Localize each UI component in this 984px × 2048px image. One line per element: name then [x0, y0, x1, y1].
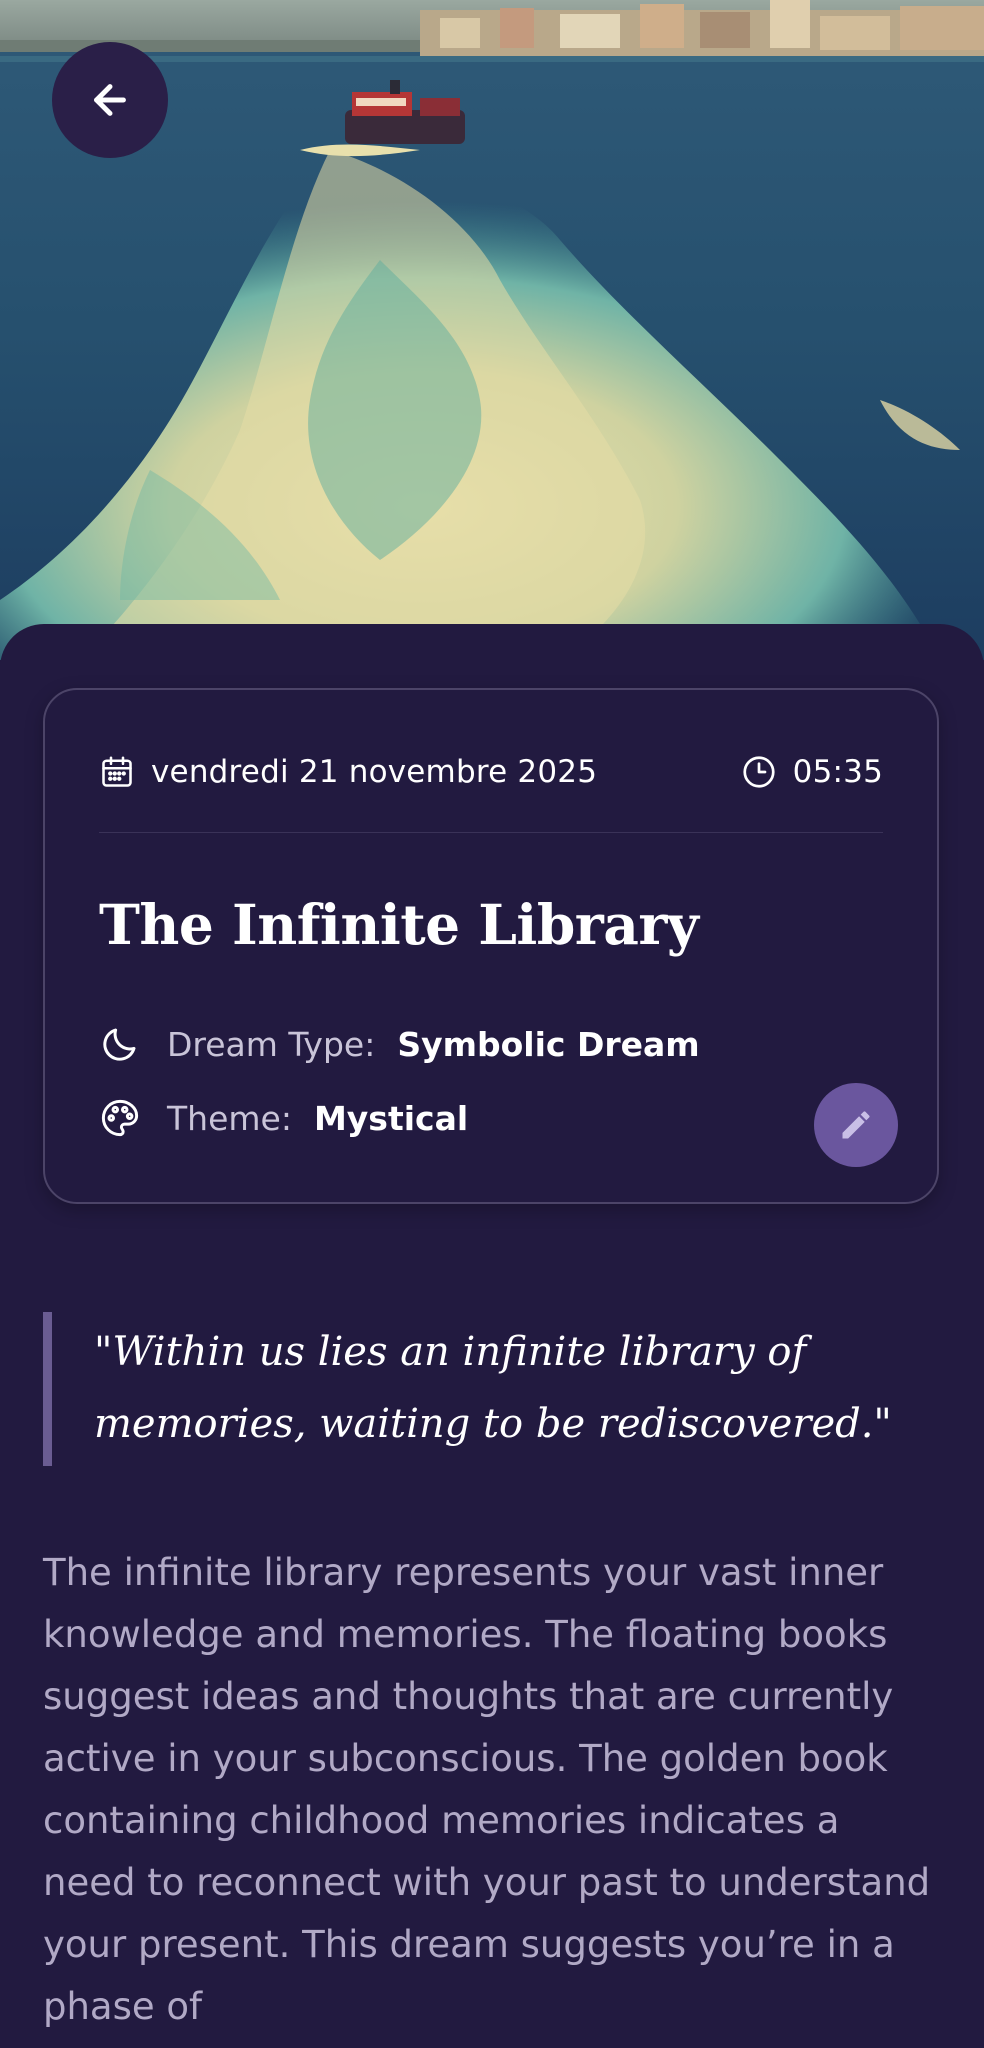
dream-detail-sheet: vendredi 21 novembre 2025 05:35 The Infi… — [0, 624, 984, 2048]
theme-label: Theme: — [167, 1098, 292, 1138]
dream-title: The Infinite Library — [99, 892, 699, 957]
theme-value: Mystical — [313, 1098, 469, 1138]
edit-button[interactable] — [814, 1083, 898, 1167]
dream-type-value: Symbolic Dream — [397, 1024, 700, 1064]
theme-row: Theme: Mystical — [99, 1094, 468, 1142]
dream-time: 05:35 — [792, 754, 883, 790]
quote-accent-bar — [43, 1312, 52, 1466]
card-divider — [99, 832, 883, 833]
time-item: 05:35 — [741, 754, 883, 790]
palette-icon — [99, 1097, 141, 1139]
calendar-icon — [99, 754, 135, 790]
arrow-left-icon — [87, 77, 133, 123]
pencil-icon — [838, 1107, 874, 1143]
clock-icon — [741, 754, 777, 790]
dream-info-card: vendredi 21 novembre 2025 05:35 The Infi… — [43, 688, 939, 1204]
date-time-row: vendredi 21 novembre 2025 05:35 — [99, 752, 883, 792]
dream-date: vendredi 21 novembre 2025 — [151, 754, 598, 790]
dream-interpretation: The infinite library represents your vas… — [43, 1551, 931, 2028]
moon-icon — [99, 1023, 141, 1065]
date-item: vendredi 21 novembre 2025 — [99, 754, 597, 790]
dream-quote: "Within us lies an infinite library of m… — [43, 1312, 933, 1466]
dream-type-row: Dream Type: Symbolic Dream — [99, 1020, 700, 1068]
quote-text: "Within us lies an infinite library of m… — [94, 1329, 892, 1447]
dream-type-label: Dream Type: — [167, 1024, 376, 1064]
back-button[interactable] — [52, 42, 168, 158]
